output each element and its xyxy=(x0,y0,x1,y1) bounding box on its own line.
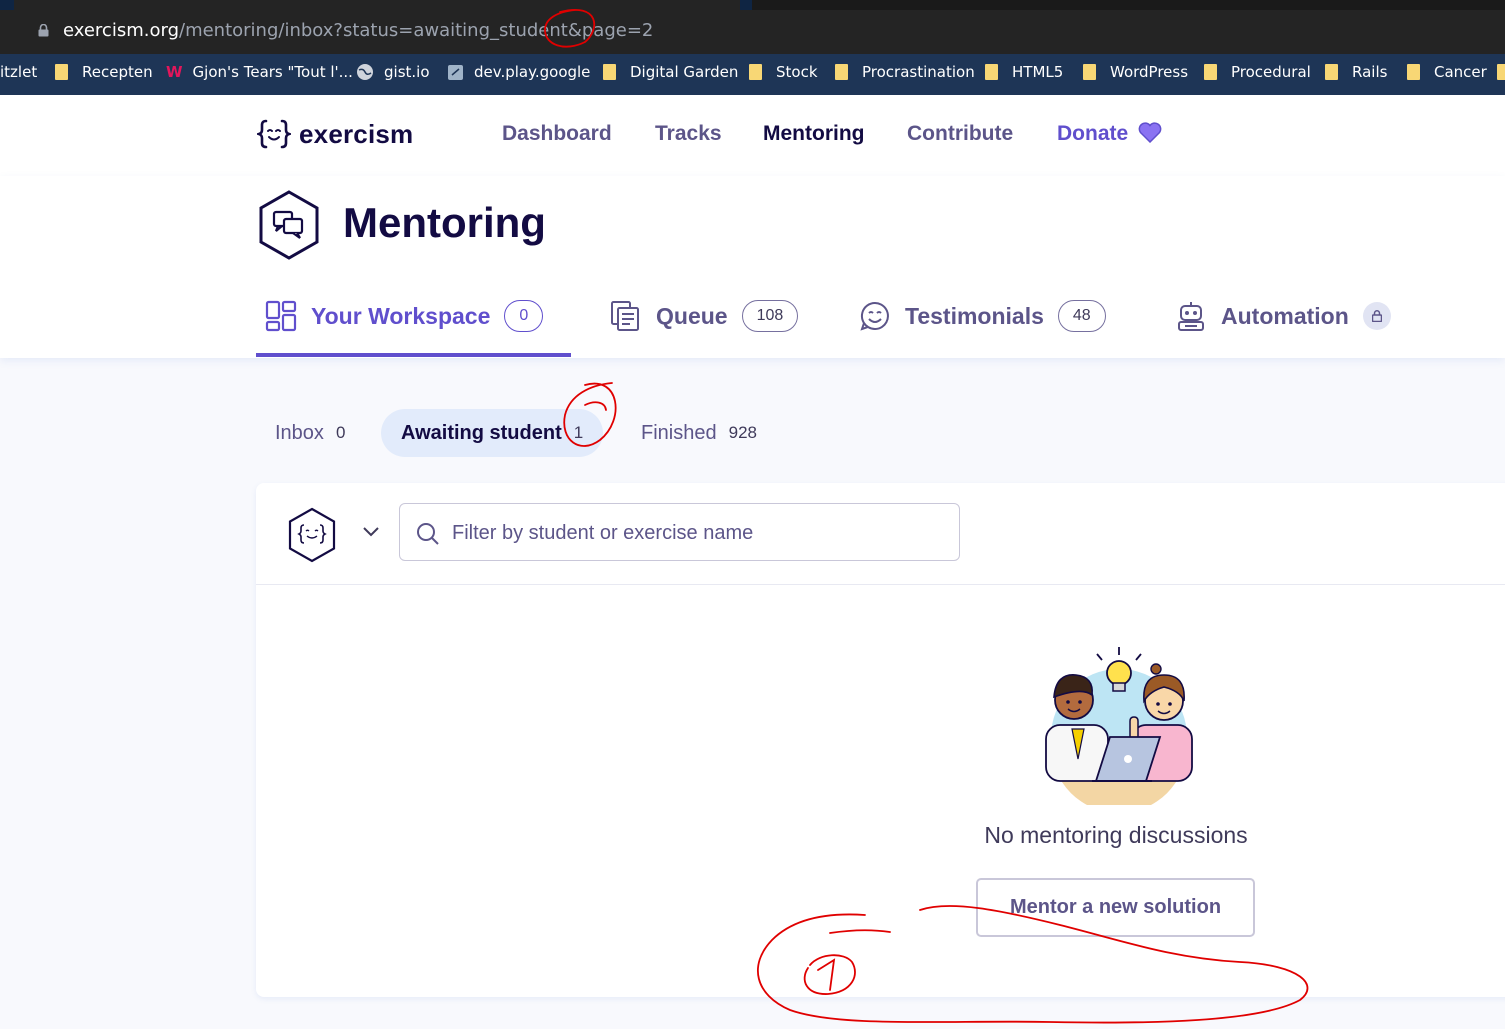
nav-tracks[interactable]: Tracks xyxy=(655,122,722,146)
subtab-inbox-label: Inbox xyxy=(275,421,324,444)
exercism-logo-icon xyxy=(257,119,291,149)
lock-icon xyxy=(38,24,49,37)
tab-queue-label: Queue xyxy=(656,302,728,329)
filter-search-box[interactable] xyxy=(399,503,960,562)
workspace-icon xyxy=(265,300,297,332)
mentoring-illustration xyxy=(1045,647,1193,805)
logo-wordmark: exercism xyxy=(299,118,414,149)
subtab-awaiting-student[interactable]: Awaiting student 1 xyxy=(381,409,604,457)
subtab-inbox[interactable]: Inbox 0 xyxy=(275,409,345,457)
folder-icon xyxy=(55,64,68,80)
bookmark-item[interactable]: W Gjon's Tears "Tout l'... xyxy=(166,62,353,82)
url-text[interactable]: exercism.org/mentoring/inbox?status=awai… xyxy=(63,20,653,41)
filter-search-input[interactable] xyxy=(450,504,954,562)
bookmark-item[interactable] xyxy=(1497,62,1505,82)
folder-icon xyxy=(1204,64,1217,80)
bookmark-item[interactable]: Digital Garden xyxy=(603,62,738,82)
browser-tabstrip xyxy=(0,0,1505,10)
folder-icon xyxy=(749,64,762,80)
globe-icon xyxy=(357,64,373,80)
mentor-new-solution-button[interactable]: Mentor a new solution xyxy=(976,878,1255,937)
tab-testimonials[interactable]: Testimonials 48 xyxy=(859,298,1106,334)
folder-icon xyxy=(1497,64,1505,80)
bookmark-item[interactable]: dev.play.google xyxy=(447,62,590,82)
site-navbar xyxy=(0,95,1505,177)
subtab-inbox-count: 0 xyxy=(335,423,346,442)
bookmark-item[interactable]: Recepten xyxy=(55,62,153,82)
bookmark-item[interactable]: WordPress xyxy=(1083,62,1188,82)
queue-icon xyxy=(611,301,639,331)
folder-icon xyxy=(985,64,998,80)
folder-icon xyxy=(835,64,848,80)
tab-your-workspace-label: Your Workspace xyxy=(311,302,491,329)
url-domain: exercism.org xyxy=(63,20,179,41)
testimonials-count: 48 xyxy=(1057,300,1106,332)
tab-queue[interactable]: Queue 108 xyxy=(610,298,799,334)
nav-contribute[interactable]: Contribute xyxy=(907,122,1013,146)
folder-icon xyxy=(1083,64,1096,80)
workspace-count: 0 xyxy=(504,300,544,332)
tab-testimonials-label: Testimonials xyxy=(905,302,1044,329)
subtab-finished[interactable]: Finished 928 xyxy=(641,409,757,457)
tab-automation-label: Automation xyxy=(1221,302,1349,329)
lock-icon xyxy=(1371,310,1382,322)
nav-donate-label: Donate xyxy=(1057,122,1129,145)
active-tab-indicator xyxy=(256,353,571,357)
bookmark-item[interactable]: Cancer xyxy=(1407,62,1487,82)
url-path: /mentoring/inbox?status=awaiting_student… xyxy=(179,20,654,41)
tab-automation[interactable]: Automation xyxy=(1175,298,1391,334)
nav-mentoring[interactable]: Mentoring xyxy=(763,122,864,146)
bookmark-item[interactable]: itzlet xyxy=(0,62,37,82)
folder-icon xyxy=(603,64,616,80)
queue-count: 108 xyxy=(741,300,799,332)
folder-icon xyxy=(1407,64,1420,80)
mentoring-icon xyxy=(259,190,319,260)
bookmark-item[interactable]: HTML5 xyxy=(985,62,1063,82)
bookmark-item[interactable]: Procrastination xyxy=(835,62,975,82)
bookmark-item[interactable]: Stock xyxy=(749,62,818,82)
subtab-awaiting-count: 1 xyxy=(573,423,584,442)
bookmark-item[interactable]: Rails xyxy=(1325,62,1387,82)
subtab-awaiting-label: Awaiting student xyxy=(401,421,562,444)
site-w-icon: W xyxy=(166,63,183,81)
nav-dashboard[interactable]: Dashboard xyxy=(502,122,612,146)
track-selector-icon[interactable] xyxy=(287,507,337,563)
robot-icon xyxy=(1178,302,1204,331)
folder-icon xyxy=(1325,64,1338,80)
bookmark-item[interactable]: gist.io xyxy=(356,62,430,82)
subtab-finished-label: Finished xyxy=(641,421,717,444)
play-console-icon xyxy=(448,64,463,80)
subtab-finished-count: 928 xyxy=(728,423,757,442)
nav-donate[interactable]: Donate xyxy=(1057,122,1162,146)
testimonials-icon xyxy=(860,301,889,331)
browser-tab[interactable] xyxy=(752,0,1505,10)
automation-lock-badge xyxy=(1362,302,1391,330)
heart-icon xyxy=(1138,122,1162,144)
search-icon xyxy=(417,523,439,545)
bookmark-item[interactable]: Procedural xyxy=(1204,62,1311,82)
browser-tab-active[interactable] xyxy=(14,0,740,10)
chevron-down-icon[interactable] xyxy=(362,526,380,538)
exercism-logo[interactable]: exercism xyxy=(257,117,413,151)
tab-your-workspace[interactable]: Your Workspace 0 xyxy=(265,298,544,334)
page-title: Mentoring xyxy=(343,199,546,246)
empty-state-message: No mentoring discussions xyxy=(984,822,1248,848)
